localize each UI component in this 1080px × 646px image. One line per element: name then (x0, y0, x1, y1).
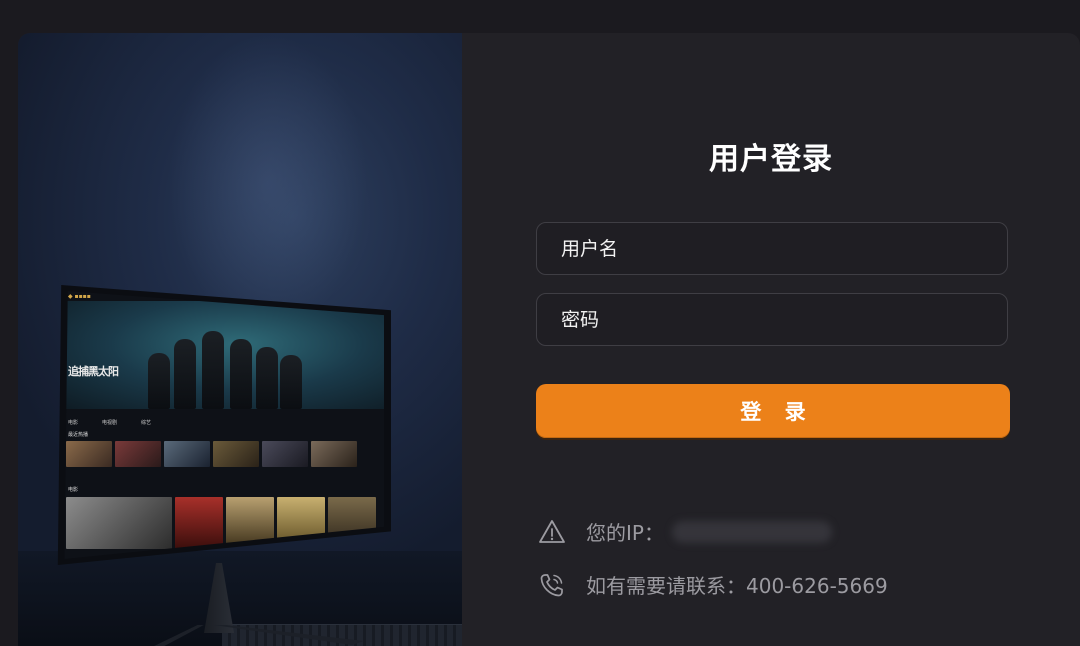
contact-label: 如有需要请联系：400-626-5669 (586, 574, 888, 598)
monitor-stand-leg (214, 625, 364, 645)
monitor-stand (204, 563, 234, 633)
screen-nav-item: 电影 (68, 420, 79, 426)
ip-value-redacted (671, 520, 832, 543)
login-button[interactable]: 登 录 (536, 384, 1010, 438)
warning-icon (539, 519, 565, 543)
screen-row-label: 电影 (68, 487, 79, 493)
screen-logo: ◆ ▪▪▪▪ (68, 293, 91, 300)
screen-posters (66, 497, 376, 549)
screen-nav: 电影 电视剧 综艺 (68, 419, 151, 426)
promo-image: ◆ ▪▪▪▪ 追捕黑太阳 电影 电视剧 综艺 最近热播 电影 (18, 33, 462, 646)
screen-nav-item: 综艺 (141, 420, 152, 426)
phone-icon (540, 573, 563, 596)
contact-info: 如有需要请联系：400-626-5669 (538, 570, 888, 599)
monitor-screen: ◆ ▪▪▪▪ 追捕黑太阳 电影 电视剧 综艺 最近热播 电影 (64, 291, 384, 559)
screen-hero-banner: 追捕黑太阳 (64, 301, 384, 409)
login-form: 用户登录 登 录 您的IP： 如有需要请联系：400-626-5669 (462, 33, 1080, 646)
login-card: ◆ ▪▪▪▪ 追捕黑太阳 电影 电视剧 综艺 最近热播 电影 用户登录 用户名 … (18, 33, 1080, 646)
screen-row-label: 最近热播 (68, 432, 89, 438)
password-input[interactable] (536, 293, 1008, 346)
screen-nav-item: 电视剧 (102, 420, 118, 426)
username-input[interactable] (536, 222, 1008, 275)
screen-thumbnails (66, 441, 357, 467)
ip-label: 您的IP： (586, 521, 664, 545)
ip-info: 您的IP： (538, 517, 832, 546)
screen-hero-title: 追捕黑太阳 (68, 365, 119, 378)
monitor: ◆ ▪▪▪▪ 追捕黑太阳 电影 电视剧 综艺 最近热播 电影 (18, 33, 462, 646)
login-title: 用户登录 (709, 142, 833, 177)
